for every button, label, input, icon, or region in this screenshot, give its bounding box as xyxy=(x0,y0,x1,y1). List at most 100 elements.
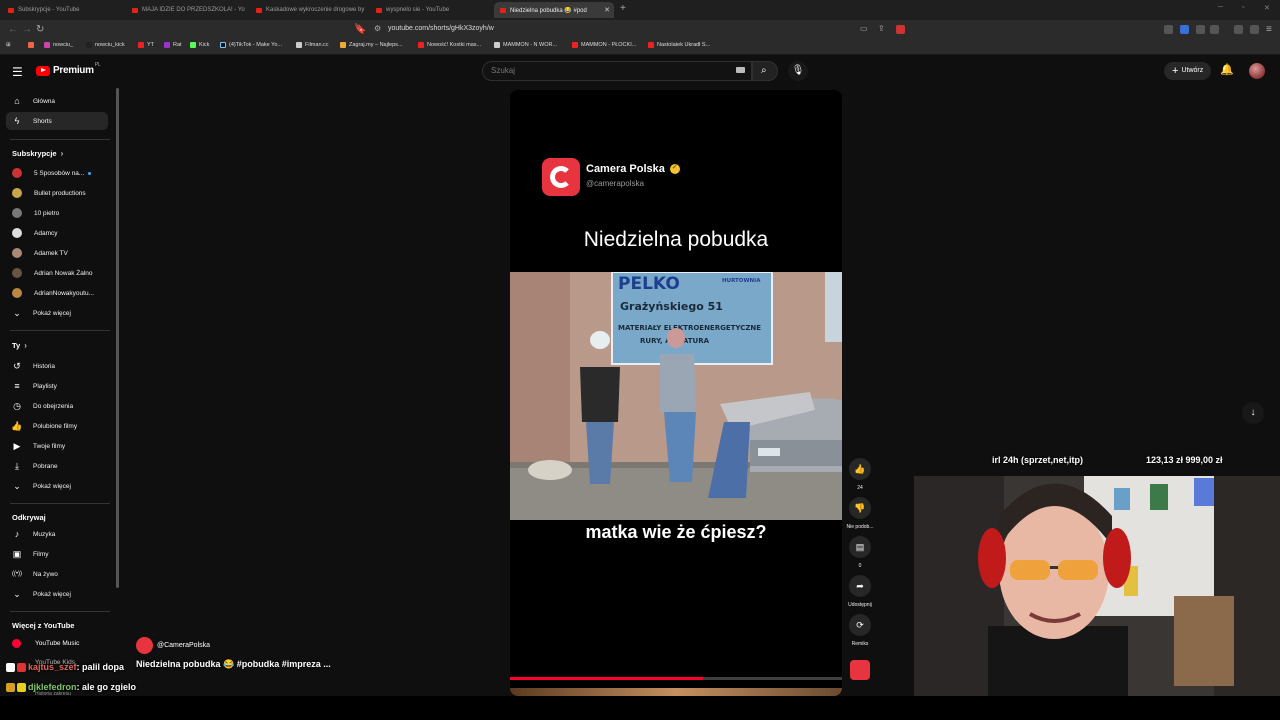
site-info-icon[interactable]: ⚙ xyxy=(374,24,381,33)
like-button[interactable]: 👍 24 xyxy=(848,458,872,491)
sidebar-item-playlists[interactable]: ≡ Playlisty xyxy=(6,377,108,395)
extension-icon[interactable] xyxy=(896,25,905,34)
bookmark-item[interactable]: Nowość! Kostki mas... xyxy=(418,42,481,48)
sidebar-item-channel[interactable]: 10 pietro xyxy=(6,204,108,222)
show-more-explore[interactable]: ⌄ Pokaż więcej xyxy=(6,585,108,603)
bookmark-item[interactable]: MAMMON - PŁOCKI... xyxy=(572,42,636,48)
show-more-you[interactable]: ⌄ Pokaż więcej xyxy=(6,477,108,495)
search-input[interactable] xyxy=(491,66,711,75)
sidebar-item-channel[interactable]: Adrian Nowak Żalno xyxy=(6,264,108,282)
forward-icon[interactable]: → xyxy=(22,24,32,35)
sidebar-item-youtube-music[interactable]: YouTube Music xyxy=(12,639,79,648)
search-button[interactable]: ⌕ xyxy=(752,61,778,81)
search-box xyxy=(482,61,752,81)
sidebar-item-liked[interactable]: 👍 Polubione filmy xyxy=(6,417,108,435)
tab-label: wyspnelo sie - YouTube xyxy=(386,7,450,13)
bookmark-item[interactable]: MAMMON - N WOR... xyxy=(494,42,557,48)
short-description[interactable]: Niedzielna pobudka 😂 #pobudka #impreza .… xyxy=(136,659,331,670)
bookmark-item[interactable]: Zagraj.my – Najleps... xyxy=(340,42,403,48)
sidebar-item-channel[interactable]: Adamcy xyxy=(6,224,108,242)
sidebar-item-history[interactable]: ↺ Historia xyxy=(6,357,108,375)
avatar[interactable] xyxy=(1249,63,1265,79)
menu-icon[interactable]: ☰ xyxy=(12,65,23,79)
sidebar-item-music[interactable]: ♪ Muzyka xyxy=(6,525,108,543)
back-icon[interactable]: ← xyxy=(8,24,18,35)
bookmark-item[interactable]: (4)TikTok - Make Yo... xyxy=(220,42,282,48)
sidebar-item-label: Pobrane xyxy=(33,462,58,470)
browser-menu-icon[interactable]: ≡ xyxy=(1266,24,1272,35)
shorts-player[interactable]: Camera Polska @camerapolska Niedzielna p… xyxy=(510,90,842,696)
browser-tab[interactable]: Subskrypcje - YouTube xyxy=(2,2,126,18)
sidebar-item-your-videos[interactable]: ▶ Twoje filmy xyxy=(6,437,108,455)
extension-icon[interactable] xyxy=(1210,25,1219,34)
browser-tab[interactable]: MAJA IDZIE DO PRZEDSZKOLA! - Yo xyxy=(126,2,250,18)
sidebar-item-downloads[interactable]: ⤓ Pobrane xyxy=(6,457,108,475)
media-icon[interactable] xyxy=(1234,25,1243,34)
bookmark-item[interactable]: YT xyxy=(138,42,154,48)
comments-button[interactable]: ▤ 0 xyxy=(848,536,872,569)
profile-icon[interactable] xyxy=(1250,25,1259,34)
sidebar-item-home[interactable]: ⌂ Główna xyxy=(6,92,108,110)
close-window-icon[interactable]: ✕ xyxy=(1264,4,1270,12)
youtube-favicon-icon xyxy=(8,7,14,13)
bookmark-item[interactable]: Nastolatek Ukradł S... xyxy=(648,42,710,48)
reload-icon[interactable]: ↻ xyxy=(36,24,44,35)
maximize-icon[interactable]: ▫ xyxy=(1242,4,1244,11)
bell-icon[interactable]: 🔔 xyxy=(1220,63,1234,76)
dislike-button[interactable]: 👎 Nie podob... xyxy=(847,497,873,530)
thumbs-up-icon: 👍 xyxy=(11,420,23,431)
tiktok-icon xyxy=(220,42,226,48)
sidebar-item-label: Twoje filmy xyxy=(33,442,66,450)
sidebar-scrollbar[interactable] xyxy=(116,88,119,588)
bookmark-item[interactable]: Kick xyxy=(190,42,209,48)
browser-tab[interactable]: wyspnelo sie - YouTube xyxy=(370,2,494,18)
tab-label: MAJA IDZIE DO PRZEDSZKOLA! - Yo xyxy=(142,7,245,13)
sound-channel-thumbnail[interactable] xyxy=(850,660,870,680)
install-icon[interactable]: ▭ xyxy=(860,24,868,33)
extension-icon[interactable] xyxy=(1164,25,1173,34)
minimize-icon[interactable]: ─ xyxy=(1218,4,1223,11)
you-heading[interactable]: Ty › xyxy=(12,341,27,350)
next-short-arrow-icon[interactable]: ↓ xyxy=(1242,402,1264,424)
share-button[interactable]: ➦ Udostępnij xyxy=(848,575,872,608)
bookmark-item[interactable]: nowciu_ xyxy=(44,42,73,48)
next-short-preview[interactable] xyxy=(510,688,842,696)
remix-button[interactable]: ⟳ Remiks xyxy=(848,614,872,647)
show-more-subscriptions[interactable]: ⌄ Pokaż więcej xyxy=(6,304,108,322)
sidebar-item-channel[interactable]: AdrianNowakyoutu... xyxy=(6,284,108,302)
comment-count: 0 xyxy=(858,563,862,569)
extension-icon[interactable] xyxy=(1196,25,1205,34)
bookmark-item[interactable]: Filman.cc xyxy=(296,42,329,48)
subscriptions-heading[interactable]: Subskrypcje › xyxy=(12,149,63,158)
short-channel-link[interactable]: @CameraPolska xyxy=(136,637,210,654)
browser-tab-active[interactable]: Niedzielna pobudka 😂 #pod ✕ xyxy=(494,2,614,18)
url-field[interactable]: youtube.com/shorts/gHkX3zoyh/w xyxy=(388,25,494,32)
tab-label: Kaskadowe wykroczenie drogowe by xyxy=(266,7,365,13)
keyboard-icon[interactable] xyxy=(736,67,745,73)
sidebar-item-channel[interactable]: 5 Sposobów na... xyxy=(6,164,108,182)
chat-text: : palil dopa xyxy=(76,662,125,672)
comment-icon: ▤ xyxy=(849,536,871,558)
close-tab-icon[interactable]: ✕ xyxy=(604,6,610,14)
sidebar-item-channel[interactable]: Adamek TV xyxy=(6,244,108,262)
sidebar-item-channel[interactable]: Bullet productions xyxy=(6,184,108,202)
sidebar-item-label: Bullet productions xyxy=(34,189,86,197)
share-page-icon[interactable]: ⇪ xyxy=(878,24,885,33)
video-progress-bar[interactable] xyxy=(510,677,842,680)
youtube-logo[interactable]: Premium PL xyxy=(36,62,101,76)
extension-icon[interactable] xyxy=(1180,25,1189,34)
mic-icon[interactable]: 🎙 xyxy=(788,61,808,81)
new-tab-button[interactable]: + xyxy=(620,3,626,14)
apps-icon[interactable]: ⊞ xyxy=(6,42,11,48)
bookmark-icon[interactable]: 🔖 xyxy=(354,24,366,35)
overlay-channel-handle: @camerapolska xyxy=(586,179,644,188)
bookmark-item[interactable]: Rat xyxy=(164,42,182,48)
sidebar-item-watch-later[interactable]: ◷ Do obejrzenia xyxy=(6,397,108,415)
bookmark-item[interactable]: nowciu_kick xyxy=(86,42,125,48)
sidebar-item-shorts[interactable]: ϟ Shorts xyxy=(6,112,108,130)
browser-tab[interactable]: Kaskadowe wykroczenie drogowe by xyxy=(250,2,370,18)
sidebar-item-movies[interactable]: ▣ Filmy xyxy=(6,545,108,563)
sidebar-item-live[interactable]: ((•)) Na żywo xyxy=(6,565,108,583)
bookmark-item[interactable] xyxy=(28,42,37,48)
create-button[interactable]: + Utwórz xyxy=(1164,62,1212,80)
